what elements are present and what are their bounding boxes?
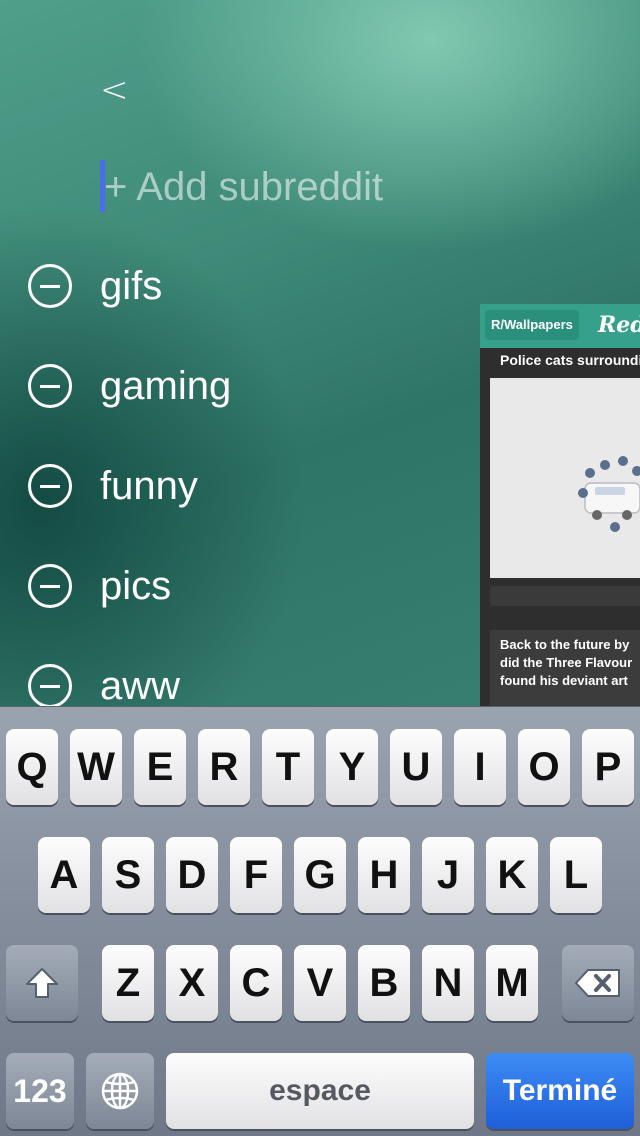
key-v[interactable]: V [294, 945, 346, 1021]
add-subreddit-input[interactable] [104, 162, 464, 212]
globe-icon [101, 1072, 139, 1110]
key-m[interactable]: M [486, 945, 538, 1021]
subreddit-item-pics: pics [28, 556, 448, 616]
numbers-key[interactable]: 123 [6, 1053, 74, 1129]
key-j[interactable]: J [422, 837, 474, 913]
key-g[interactable]: G [294, 837, 346, 913]
key-z[interactable]: Z [102, 945, 154, 1021]
key-o[interactable]: O [518, 729, 570, 805]
keyboard: Q W E R T Y U I O P A S D F G H J K L Z … [0, 706, 640, 1136]
key-h[interactable]: H [358, 837, 410, 913]
key-k[interactable]: K [486, 837, 538, 913]
post-title: Police cats surroundi [500, 352, 640, 368]
key-w[interactable]: W [70, 729, 122, 805]
remove-circle-icon[interactable] [28, 664, 72, 706]
subreddit-item-funny: funny [28, 456, 448, 516]
remove-circle-icon[interactable] [28, 564, 72, 608]
post-card[interactable]: Back to the future by did the Three Flav… [490, 630, 640, 706]
key-n[interactable]: N [422, 945, 474, 1021]
key-x[interactable]: X [166, 945, 218, 1021]
app-logo: Red [598, 312, 640, 338]
key-q[interactable]: Q [6, 729, 58, 805]
subreddit-label: gifs [100, 264, 163, 308]
police-cats-illustration [578, 456, 640, 532]
key-i[interactable]: I [454, 729, 506, 805]
key-a[interactable]: A [38, 837, 90, 913]
key-b[interactable]: B [358, 945, 410, 1021]
post-image[interactable] [490, 378, 640, 578]
key-t[interactable]: T [262, 729, 314, 805]
subreddit-label: pics [100, 564, 172, 608]
post-footer-bar [490, 586, 640, 606]
subreddit-label: aww [100, 664, 181, 706]
key-e[interactable]: E [134, 729, 186, 805]
globe-key[interactable] [86, 1053, 154, 1129]
key-f[interactable]: F [230, 837, 282, 913]
post-title-line: found his deviant art [500, 673, 628, 688]
add-subreddit-row[interactable] [100, 160, 464, 212]
done-key[interactable]: Terminé [486, 1053, 634, 1129]
subreddit-item-aww: aww [28, 656, 448, 706]
post-title: Back to the future by did the Three Flav… [500, 636, 632, 690]
remove-circle-icon[interactable] [28, 464, 72, 508]
space-key[interactable]: espace [166, 1053, 474, 1129]
key-s[interactable]: S [102, 837, 154, 913]
subreddit-label: funny [100, 464, 198, 508]
preview-subreddit-tab[interactable]: R/Wallpapers [485, 310, 579, 340]
delete-icon [575, 969, 620, 997]
shift-icon [26, 968, 58, 998]
delete-key[interactable] [562, 945, 634, 1021]
key-c[interactable]: C [230, 945, 282, 1021]
subreddit-label: gaming [100, 364, 232, 408]
key-y[interactable]: Y [326, 729, 378, 805]
background: < gifs gaming funny pics aww R/Wallpaper… [0, 0, 640, 706]
subreddit-item-gaming: gaming [28, 356, 448, 416]
post-title-line: did the Three Flavour [500, 655, 633, 670]
feed-preview-card[interactable]: R/Wallpapers Red Police cats surroundi [480, 304, 640, 706]
remove-circle-icon[interactable] [28, 364, 72, 408]
key-r[interactable]: R [198, 729, 250, 805]
preview-header: R/Wallpapers Red [480, 304, 640, 348]
shift-key[interactable] [6, 945, 78, 1021]
subreddit-item-gifs: gifs [28, 256, 448, 316]
key-p[interactable]: P [582, 729, 634, 805]
key-u[interactable]: U [390, 729, 442, 805]
back-button[interactable]: < [100, 68, 140, 112]
remove-circle-icon[interactable] [28, 264, 72, 308]
key-d[interactable]: D [166, 837, 218, 913]
key-l[interactable]: L [550, 837, 602, 913]
post-title-line: Back to the future by [500, 637, 630, 652]
